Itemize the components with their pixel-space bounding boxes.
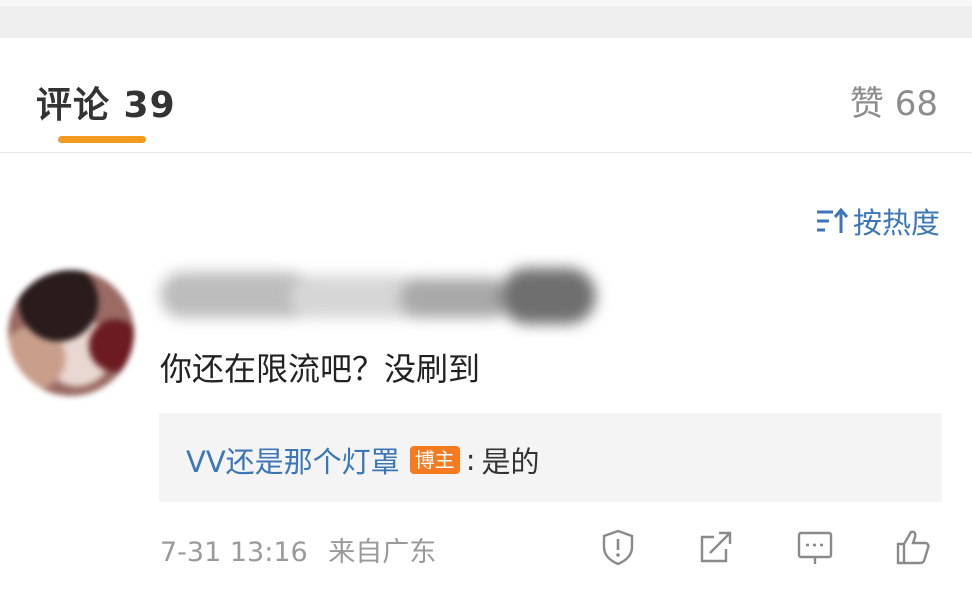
sort-icon: [816, 207, 849, 233]
avatar[interactable]: [8, 270, 134, 396]
report-icon[interactable]: [598, 527, 638, 567]
reply-text: 是的: [481, 445, 540, 479]
comment-source: 来自广东: [328, 537, 437, 568]
share-icon[interactable]: [696, 527, 736, 567]
username-redacted: [150, 262, 600, 332]
reply-icon[interactable]: [795, 527, 835, 567]
tab-likes[interactable]: 赞 68: [850, 76, 938, 125]
sort-by-hot-button[interactable]: 按热度: [815, 200, 940, 242]
author-badge: 博主: [409, 446, 460, 474]
active-tab-indicator: [58, 136, 146, 143]
comment-tabs: 评论 39 赞 68: [0, 38, 972, 153]
reply-preview[interactable]: VV还是那个灯罩 博主 : 是的: [159, 413, 942, 502]
comment-time: 7-31 13:16: [160, 537, 308, 568]
reply-line: VV还是那个灯罩 博主 : 是的: [186, 439, 539, 481]
reply-colon: :: [465, 443, 476, 477]
tab-comments[interactable]: 评论 39: [36, 76, 176, 128]
top-strip: [0, 0, 972, 38]
sort-label: 按热度: [852, 206, 940, 240]
watermark-blur: [706, 569, 962, 591]
like-icon[interactable]: [892, 527, 932, 567]
comment-text: 你还在限流吧？没刷到: [160, 350, 481, 388]
comment-meta: 7-31 13:16 来自广东: [160, 530, 436, 569]
reply-author[interactable]: VV还是那个灯罩: [186, 439, 400, 481]
